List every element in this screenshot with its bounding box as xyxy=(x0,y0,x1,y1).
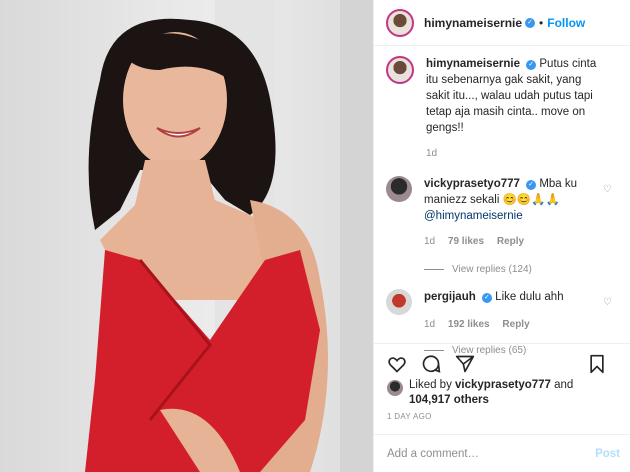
follow-button[interactable]: Follow xyxy=(547,16,585,30)
comment-likes[interactable]: 79 likes xyxy=(448,236,484,247)
comment-input[interactable]: Add a comment… xyxy=(387,448,595,460)
liker-avatar[interactable] xyxy=(387,380,403,396)
caption-username[interactable]: himynameisernie xyxy=(426,58,520,70)
comment-like-heart-icon[interactable]: ♡ xyxy=(603,184,612,195)
caption-age: 1d xyxy=(426,148,438,159)
view-replies-button[interactable]: View replies (124) xyxy=(424,264,622,275)
woman-in-red-dress-image xyxy=(85,0,373,472)
share-icon[interactable] xyxy=(455,354,475,374)
commenter-avatar[interactable] xyxy=(386,176,412,202)
likes-and: and xyxy=(550,379,574,391)
reply-button[interactable]: Reply xyxy=(497,236,524,247)
post-header: himynameisernie ✓ • Follow xyxy=(374,0,630,46)
comment-item: pergijauh ✓ Like dulu ahh 1d 192 likes R… xyxy=(386,289,622,333)
comment-mention[interactable]: @himynameisernie xyxy=(424,210,523,222)
separator-dot: • xyxy=(539,15,544,30)
commenter-avatar[interactable] xyxy=(386,289,412,315)
comment-item: vickyprasetyo777 ✓ Mba ku maniezz sekali… xyxy=(386,176,622,250)
caption-avatar[interactable] xyxy=(386,56,414,84)
post-button[interactable]: Post xyxy=(595,448,620,460)
comment-username[interactable]: pergijauh xyxy=(424,291,476,303)
post-details-panel: himynameisernie ✓ • Follow himynameisern… xyxy=(373,0,630,472)
add-comment-bar: Add a comment… Post xyxy=(374,434,630,472)
comment-icon[interactable] xyxy=(421,354,441,374)
post-date[interactable]: 1 DAY AGO xyxy=(387,412,432,421)
comment-text: Like dulu ahh xyxy=(495,291,564,303)
post-photo[interactable] xyxy=(0,0,373,472)
verified-badge-icon: ✓ xyxy=(525,17,536,28)
comments-list: himynameisernie ✓ Putus cinta itu sebena… xyxy=(386,56,622,356)
author-avatar[interactable] xyxy=(386,8,414,37)
action-bar xyxy=(374,343,630,383)
verified-badge-icon: ✓ xyxy=(481,293,492,303)
comment-like-heart-icon[interactable]: ♡ xyxy=(603,297,612,308)
likes-prefix: Liked by xyxy=(409,379,456,391)
caption: himynameisernie ✓ Putus cinta itu sebena… xyxy=(386,56,622,162)
heart-icon[interactable] xyxy=(387,354,407,374)
comment-username[interactable]: vickyprasetyo777 xyxy=(424,178,520,190)
verified-badge-icon: ✓ xyxy=(526,60,537,70)
liker-username[interactable]: vickyprasetyo777 xyxy=(455,379,551,391)
comment-likes[interactable]: 192 likes xyxy=(448,319,490,330)
comment-age: 1d xyxy=(424,236,436,247)
comment-age: 1d xyxy=(424,319,436,330)
reply-button[interactable]: Reply xyxy=(502,319,529,330)
verified-badge-icon: ✓ xyxy=(526,180,537,190)
likes-summary: Liked by vickyprasetyo777 and 104,917 ot… xyxy=(387,378,573,408)
bookmark-icon[interactable] xyxy=(588,354,606,374)
author-username[interactable]: himynameisernie xyxy=(424,16,522,30)
likes-count[interactable]: 104,917 others xyxy=(409,394,489,406)
